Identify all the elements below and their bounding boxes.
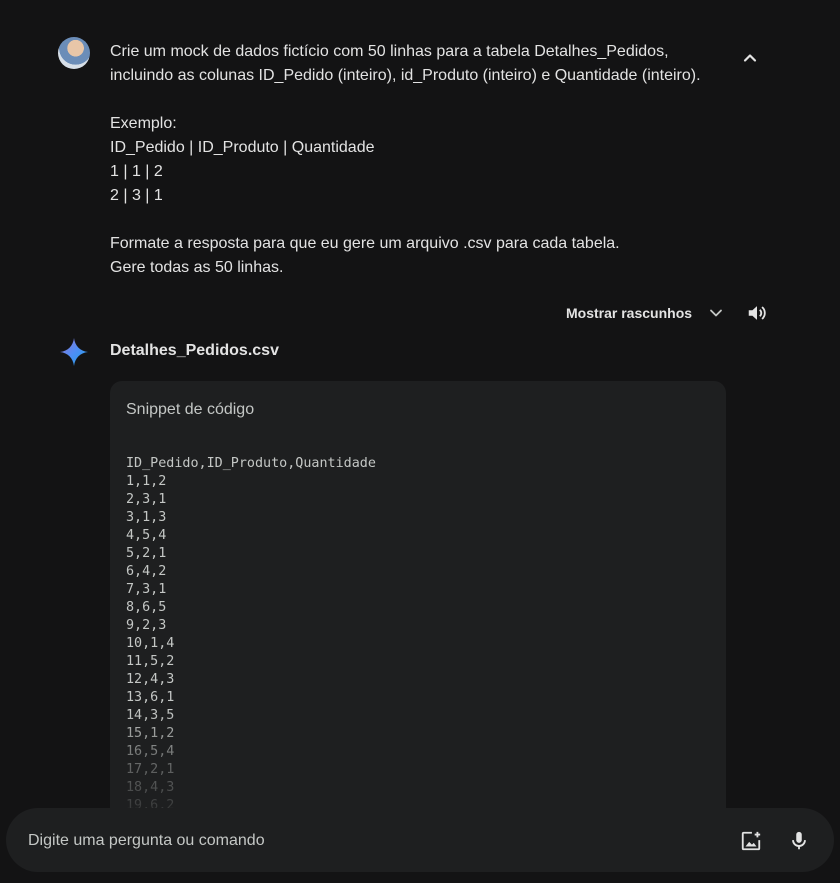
speaker-icon xyxy=(748,306,766,320)
code-snippet-header: Snippet de código xyxy=(126,401,255,418)
chevron-down-icon xyxy=(708,305,724,321)
code-fade-overlay xyxy=(110,711,726,821)
code-snippet-card: Snippet de código ID_Pedido,ID_Produto,Q… xyxy=(110,381,726,821)
code-line: 10,1,4 xyxy=(126,636,175,651)
code-line: 6,4,2 xyxy=(126,564,167,579)
prompt-line: Exemplo: xyxy=(110,115,177,132)
code-line: 2,3,1 xyxy=(126,492,167,507)
code-line: 8,6,5 xyxy=(126,600,167,615)
upload-image-button[interactable] xyxy=(738,828,764,854)
code-line: 12,4,3 xyxy=(126,672,175,687)
gemini-sparkle-icon xyxy=(58,336,90,368)
prompt-line: Formate a resposta para que eu gere um a… xyxy=(110,235,620,252)
prompt-line: Crie um mock de dados fictício com 50 li… xyxy=(110,43,669,60)
prompt-input[interactable] xyxy=(26,808,630,874)
show-drafts-button[interactable]: Mostrar rascunhos xyxy=(566,300,724,326)
prompt-input-bar xyxy=(6,808,834,874)
prompt-line: 2 | 3 | 1 xyxy=(110,187,163,204)
code-line: 9,2,3 xyxy=(126,618,167,633)
code-line: 13,6,1 xyxy=(126,690,175,705)
code-line: 1,1,2 xyxy=(126,474,167,489)
code-line: 7,3,1 xyxy=(126,582,167,597)
show-drafts-label: Mostrar rascunhos xyxy=(566,305,693,321)
response-title: Detalhes_Pedidos.csv xyxy=(110,342,279,359)
chevron-up-icon xyxy=(743,54,757,62)
prompt-line: 1 | 1 | 2 xyxy=(110,163,163,180)
microphone-icon xyxy=(792,831,806,850)
code-line: 4,5,4 xyxy=(126,528,167,543)
code-line: ID_Pedido,ID_Produto,Quantidade xyxy=(126,456,376,471)
prompt-line: ID_Pedido | ID_Produto | Quantidade xyxy=(110,139,375,156)
add-image-icon xyxy=(741,831,761,851)
code-line: 11,5,2 xyxy=(126,654,175,669)
read-aloud-button[interactable] xyxy=(744,300,770,326)
prompt-line: incluindo as colunas ID_Pedido (inteiro)… xyxy=(110,67,701,84)
prompt-line: Gere todas as 50 linhas. xyxy=(110,259,284,276)
code-line: 5,2,1 xyxy=(126,546,167,561)
microphone-button[interactable] xyxy=(786,828,812,854)
code-line: 3,1,3 xyxy=(126,510,167,525)
user-prompt: Crie um mock de dados fictício com 50 li… xyxy=(110,40,720,280)
collapse-prompt-button[interactable] xyxy=(736,44,764,72)
user-avatar xyxy=(58,37,90,69)
